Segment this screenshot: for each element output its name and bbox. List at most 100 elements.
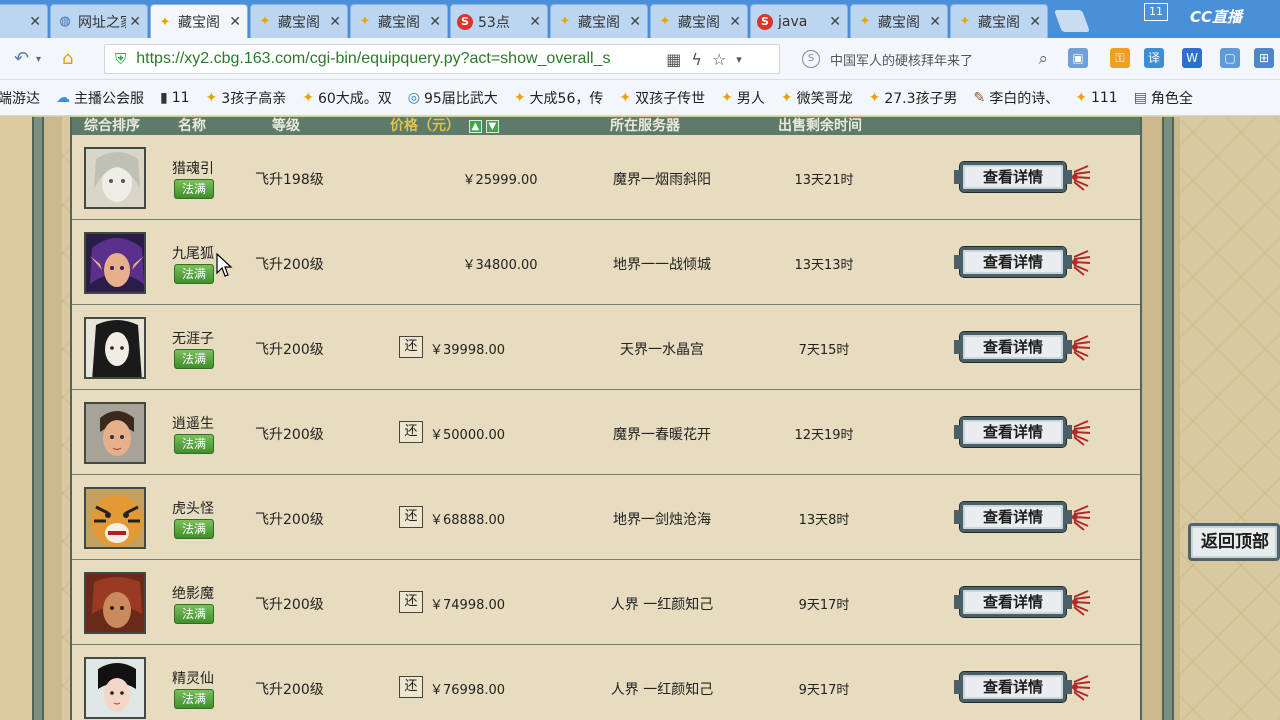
new-tab-button[interactable] [1053,10,1091,32]
browser-tab[interactable]: ✦ 藏宝阁 ✕ [650,4,748,38]
bookmark-label[interactable]: 95届比武大 [424,88,498,108]
header-price-label[interactable]: 价格（元） [390,118,460,134]
tab-title[interactable]: 藏宝阁 [578,12,626,32]
lightning-icon[interactable]: ϟ [691,50,702,69]
browser-tab[interactable]: ✦ 藏宝阁 ✕ [850,4,948,38]
bookmark-item[interactable]: ✦ 27.3孩子男 [869,88,958,108]
character-name[interactable]: 精灵仙 [172,668,214,688]
close-tab-icon[interactable]: ✕ [529,14,541,30]
bookmark-item[interactable]: ✦ 双孩子传世 [619,88,705,108]
bookmark-item[interactable]: ✦ 男人 [721,88,765,108]
browser-tab[interactable]: ✦游✕ [0,4,48,38]
bookmark-label[interactable]: 男人 [737,88,765,108]
window-count-badge[interactable]: 11 [1144,3,1168,21]
view-details-button[interactable]: 查看详情 [954,671,1072,703]
tab-title[interactable]: 53点 [478,12,526,32]
close-tab-icon[interactable]: ✕ [1029,14,1041,30]
sort-ascending-icon[interactable]: ▲ [468,119,482,133]
header-price[interactable]: 价格（元） ▲ ▼ [390,117,499,135]
tab-title[interactable]: 藏宝阁 [378,12,426,32]
back-to-top-button[interactable]: 返回顶部 [1188,523,1280,561]
browser-tab[interactable]: ◍ 网址之家✕ [50,4,148,38]
url-bar[interactable]: ⛨ https://xy2.cbg.163.com/cgi-bin/equipq… [104,44,780,74]
tab-title[interactable]: java [778,14,826,30]
character-name[interactable]: 九尾狐 [172,243,214,263]
bookmark-label[interactable]: 双孩子传世 [635,88,705,108]
browser-tab[interactable]: ✦ 藏宝阁 ✕ [550,4,648,38]
url-text[interactable]: https://xy2.cbg.163.com/cgi-bin/equipque… [136,50,656,68]
browser-tab[interactable]: ✦ 藏宝阁 ✕ [250,4,348,38]
bookmark-item[interactable]: ☁ 主播公会服 [56,88,144,108]
bookmark-label[interactable]: 端游达 [0,88,40,108]
character-name[interactable]: 虎头怪 [172,498,214,518]
tab-title[interactable]: 藏宝阁 [678,12,726,32]
character-avatar[interactable] [84,572,146,634]
tab-title[interactable]: 藏宝阁 [278,12,326,32]
character-name[interactable]: 无涯子 [172,328,214,348]
tab-title[interactable]: 网址之家 [78,12,126,32]
back-icon[interactable]: ↶ [14,48,29,69]
view-details-button[interactable]: 查看详情 [954,416,1072,448]
view-details-button[interactable]: 查看详情 [954,161,1072,193]
bookmark-label[interactable]: 3孩子高亲 [221,88,286,108]
browser-tab[interactable]: ✦ 藏宝阁 ✕ [350,4,448,38]
bookmark-label[interactable]: 主播公会服 [74,88,144,108]
browser-tab[interactable]: ✦ 藏宝阁 ✕ [150,4,248,39]
close-tab-icon[interactable]: ✕ [29,14,41,30]
translate-extension-icon[interactable]: 译 [1144,48,1164,68]
bookmark-item[interactable]: ✦ 3孩子高亲 [206,88,287,108]
character-name[interactable]: 逍遥生 [172,413,214,433]
browser-tab[interactable]: S 53点 ✕ [450,4,548,38]
bookmark-item[interactable]: ▮ 11 [160,90,190,106]
tab-title[interactable]: 游 [0,12,26,32]
home-icon[interactable]: ⌂ [62,48,73,69]
close-tab-icon[interactable]: ✕ [229,14,241,30]
bookmark-label[interactable]: 李白的诗、 [989,88,1059,108]
character-avatar[interactable] [84,147,146,209]
bookmark-item[interactable]: ▤ 角色全 [1134,88,1193,108]
character-name[interactable]: 绝影魔 [172,583,214,603]
view-details-button[interactable]: 查看详情 [954,586,1072,618]
header-time[interactable]: 出售剩余时间 [778,117,862,135]
bookmark-label[interactable]: 11 [172,90,190,106]
close-tab-icon[interactable]: ✕ [729,14,741,30]
view-details-button[interactable]: 查看详情 [954,331,1072,363]
character-avatar[interactable] [84,402,146,464]
url-dropdown-icon[interactable]: ▾ [736,53,742,66]
bookmark-item[interactable]: 端游达 [0,88,40,108]
bookmark-item[interactable]: ✦ 微笑哥龙 [781,88,853,108]
close-tab-icon[interactable]: ✕ [429,14,441,30]
bookmark-item[interactable]: ✦ 60大成。双 [302,88,392,108]
bookmark-item[interactable]: ✎ 李白的诗、 [973,88,1059,108]
bookmark-item[interactable]: ✦ 111 [1075,90,1117,106]
search-hint-text[interactable]: 中国军人的硬核拜年来了 [830,50,973,69]
header-level[interactable]: 等级 [272,117,300,135]
close-tab-icon[interactable]: ✕ [329,14,341,30]
character-name[interactable]: 猎魂引 [172,158,214,178]
browser-tab[interactable]: Sjava ✕ [750,4,848,38]
search-box[interactable]: S 中国军人的硬核拜年来了 ⌕ [796,44,1054,74]
bookmark-label[interactable]: 111 [1091,90,1118,106]
bookmark-item[interactable]: ✦ 大成56，传 [514,88,604,108]
close-tab-icon[interactable]: ✕ [629,14,641,30]
bookmark-label[interactable]: 60大成。双 [318,88,392,108]
view-details-button[interactable]: 查看详情 [954,246,1072,278]
view-details-button[interactable]: 查看详情 [954,501,1072,533]
extension-icon[interactable]: ▣ [1068,48,1088,68]
sort-descending-icon[interactable]: ▼ [485,119,499,133]
tab-title[interactable]: 藏宝阁 [178,12,226,32]
header-rank[interactable]: 综合排序 [84,117,140,135]
search-engine-icon[interactable]: S [802,50,820,68]
bookmark-item[interactable]: ◎ 95届比武大 [408,88,498,108]
star-icon[interactable]: ☆ [712,50,726,69]
browser-tab[interactable]: ✦ 藏宝阁 ✕ [950,4,1048,38]
close-tab-icon[interactable]: ✕ [929,14,941,30]
character-avatar[interactable] [84,487,146,549]
bookmark-label[interactable]: 大成56，传 [530,88,604,108]
bookmark-label[interactable]: 角色全 [1151,88,1193,108]
close-tab-icon[interactable]: ✕ [829,14,841,30]
character-avatar[interactable] [84,232,146,294]
close-tab-icon[interactable]: ✕ [129,14,141,30]
character-avatar[interactable] [84,657,146,719]
back-dropdown-icon[interactable]: ▾ [36,54,41,65]
